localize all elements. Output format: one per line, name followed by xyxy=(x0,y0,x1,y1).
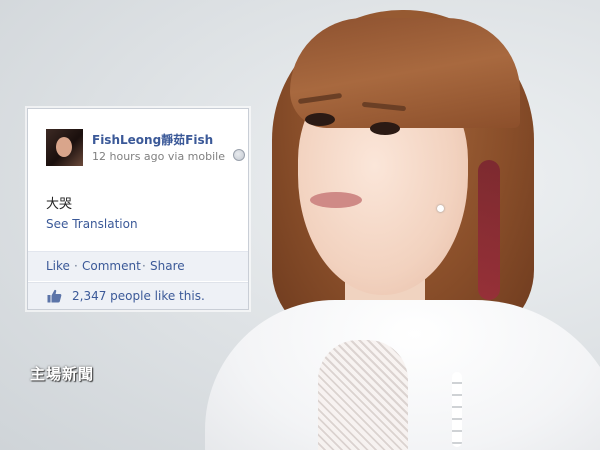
lace-collar xyxy=(318,340,408,450)
watermark-logo: 主場新聞 xyxy=(30,365,95,383)
lips xyxy=(310,192,362,208)
author-name-link[interactable]: FishLeong靜茹Fish xyxy=(92,131,213,148)
avatar-face xyxy=(56,137,72,157)
hair-streak xyxy=(478,160,500,300)
action-separator: · xyxy=(142,259,146,273)
author-avatar[interactable] xyxy=(46,129,83,166)
post-action-bar: Like · Comment · Share xyxy=(28,251,248,281)
pearl-buttons xyxy=(452,372,462,447)
globe-icon[interactable] xyxy=(232,149,245,161)
post-header: FishLeong靜茹Fish 12 hours ago via mobile xyxy=(46,129,256,169)
bangs xyxy=(290,18,520,128)
see-translation-link[interactable]: See Translation xyxy=(46,217,138,231)
left-eye xyxy=(305,113,335,126)
comment-link[interactable]: Comment xyxy=(82,259,141,273)
post-via: via mobile xyxy=(167,150,225,163)
post-timestamp[interactable]: 12 hours ago xyxy=(92,150,164,163)
share-link[interactable]: Share xyxy=(150,259,185,273)
action-separator: · xyxy=(74,259,78,273)
facebook-post-card: FishLeong靜茹Fish 12 hours ago via mobile … xyxy=(27,108,249,310)
likes-summary: 2,347 people like this. xyxy=(28,282,248,309)
earring xyxy=(437,205,444,212)
right-eye xyxy=(370,122,400,135)
likes-count-link[interactable]: 2,347 people like this. xyxy=(72,289,205,303)
thumbs-up-icon xyxy=(47,289,62,303)
like-link[interactable]: Like xyxy=(46,259,70,273)
post-text: 大哭 xyxy=(46,197,73,212)
post-meta: 12 hours ago via mobile xyxy=(92,149,245,163)
